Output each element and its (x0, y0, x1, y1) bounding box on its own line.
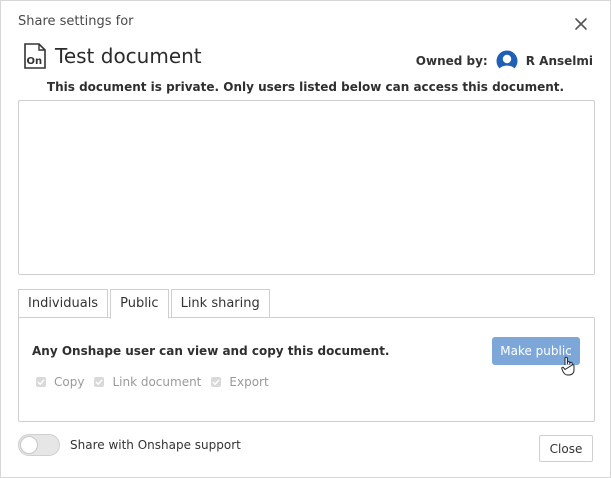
dialog-header-title: Share settings for (18, 14, 134, 29)
permission-copy: Copy (36, 375, 84, 389)
close-button[interactable]: Close (539, 435, 593, 462)
public-tab-panel: Any Onshape user can view and copy this … (18, 317, 595, 422)
toggle-knob (20, 436, 38, 454)
support-share-option: Share with Onshape support (18, 434, 241, 456)
shared-users-list[interactable] (18, 100, 595, 275)
support-toggle-label: Share with Onshape support (70, 438, 241, 452)
checkbox-copy[interactable] (36, 377, 46, 387)
onshape-document-icon: On (23, 43, 47, 69)
user-avatar-icon (496, 50, 518, 73)
permission-export: Export (211, 375, 269, 389)
permission-label: Copy (54, 375, 85, 389)
share-settings-dialog: Share settings for On Test document Owne… (0, 0, 611, 478)
owner-info: Owned by: R Anselmi (415, 50, 593, 73)
permission-label: Export (229, 375, 269, 389)
tab-link-sharing[interactable]: Link sharing (170, 289, 270, 318)
share-tabs: Individuals Public Link sharing (18, 289, 272, 319)
owner-name: R Anselmi (525, 54, 593, 68)
owned-by-label: Owned by: (415, 54, 488, 68)
permission-link-document: Link document (94, 375, 201, 389)
permission-options: Copy Link document Export (36, 375, 279, 389)
hand-pointer-icon (561, 356, 575, 376)
public-description: Any Onshape user can view and copy this … (32, 344, 390, 358)
privacy-note: This document is private. Only users lis… (46, 80, 565, 94)
checkbox-link-document[interactable] (94, 377, 105, 387)
document-heading: On Test document (23, 43, 202, 69)
svg-text:On: On (27, 56, 43, 67)
document-title: Test document (55, 44, 202, 68)
checkbox-export[interactable] (211, 377, 222, 387)
close-icon[interactable] (572, 15, 590, 33)
share-with-support-toggle[interactable] (18, 434, 60, 456)
tab-public[interactable]: Public (110, 289, 169, 319)
tab-individuals[interactable]: Individuals (18, 289, 109, 318)
permission-label: Link document (112, 375, 202, 389)
